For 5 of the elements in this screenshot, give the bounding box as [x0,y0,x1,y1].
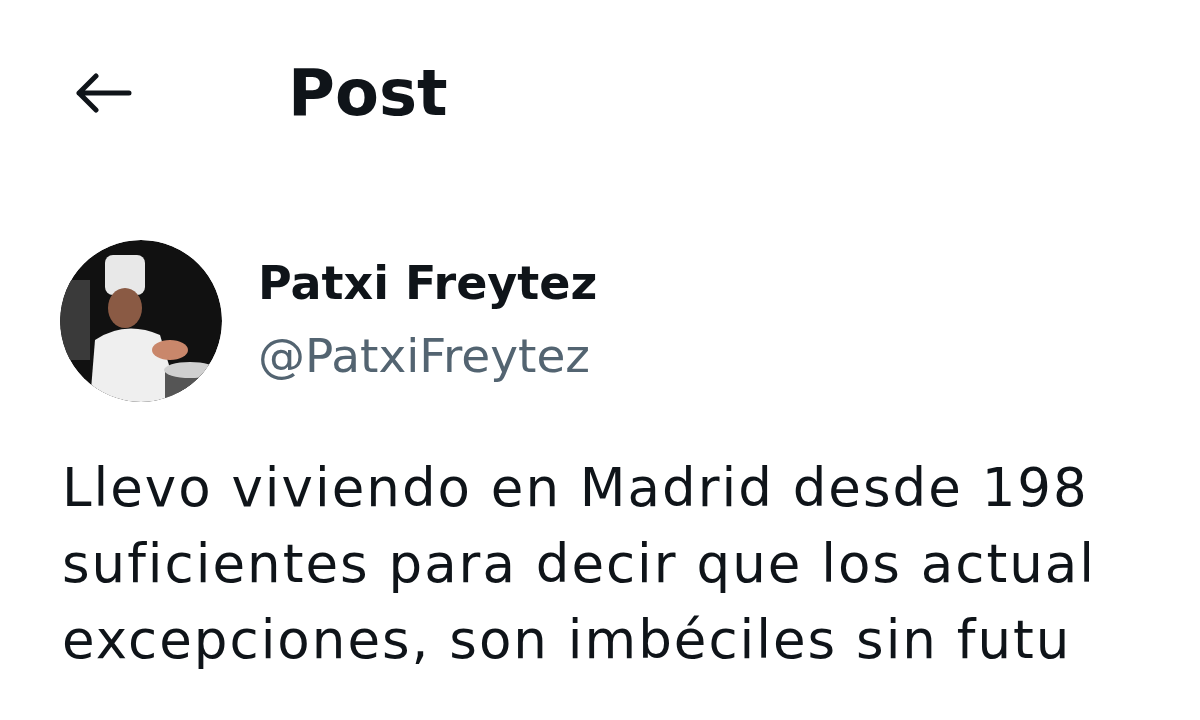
page-title: Post [288,61,448,125]
post-text-line: suficientes para decir que los actual [62,532,1097,596]
post-text-line: Llevo viviendo en Madrid desde 198 [62,456,1090,520]
back-arrow-icon [74,73,132,113]
post-text-line: excepciones, son imbéciles sin futu [62,608,1073,672]
